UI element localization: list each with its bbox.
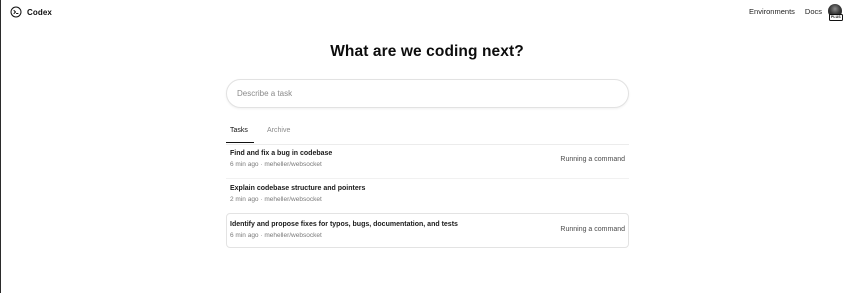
task-meta: 2 min ago · meheller/websocket [230,196,322,203]
task-meta: 6 min ago · meheller/websocket [230,161,322,168]
task-meta: 6 min ago · meheller/websocket [230,232,322,239]
environments-link[interactable]: Environments [749,7,795,16]
task-row[interactable]: Find and fix a bug in codebase 6 min ago… [226,145,629,179]
task-title: Find and fix a bug in codebase [230,150,333,157]
brand-name: Codex [27,7,52,17]
active-tab-indicator [226,142,254,143]
task-row[interactable]: Identify and propose fixes for typos, bu… [226,213,629,248]
task-title: Identify and propose fixes for typos, bu… [230,221,458,228]
tab-archive[interactable]: Archive [267,127,290,134]
task-title: Explain codebase structure and pointers [230,185,366,192]
task-tabs: Tasks Archive [226,124,629,145]
top-nav: Environments Docs PLUS [749,4,843,21]
terminal-icon [10,6,22,18]
brand[interactable]: Codex [10,6,52,18]
tab-tasks[interactable]: Tasks [230,127,248,134]
task-status: Running a command [560,156,625,163]
page-title: What are we coding next? [330,43,524,60]
task-row[interactable]: Explain codebase structure and pointers … [226,180,629,212]
task-input[interactable] [226,79,629,108]
top-bar: Codex Environments Docs PLUS [0,0,854,26]
task-status: Running a command [560,226,625,233]
avatar[interactable]: PLUS [828,4,843,21]
plan-badge: PLUS [829,14,843,21]
docs-link[interactable]: Docs [805,7,822,16]
